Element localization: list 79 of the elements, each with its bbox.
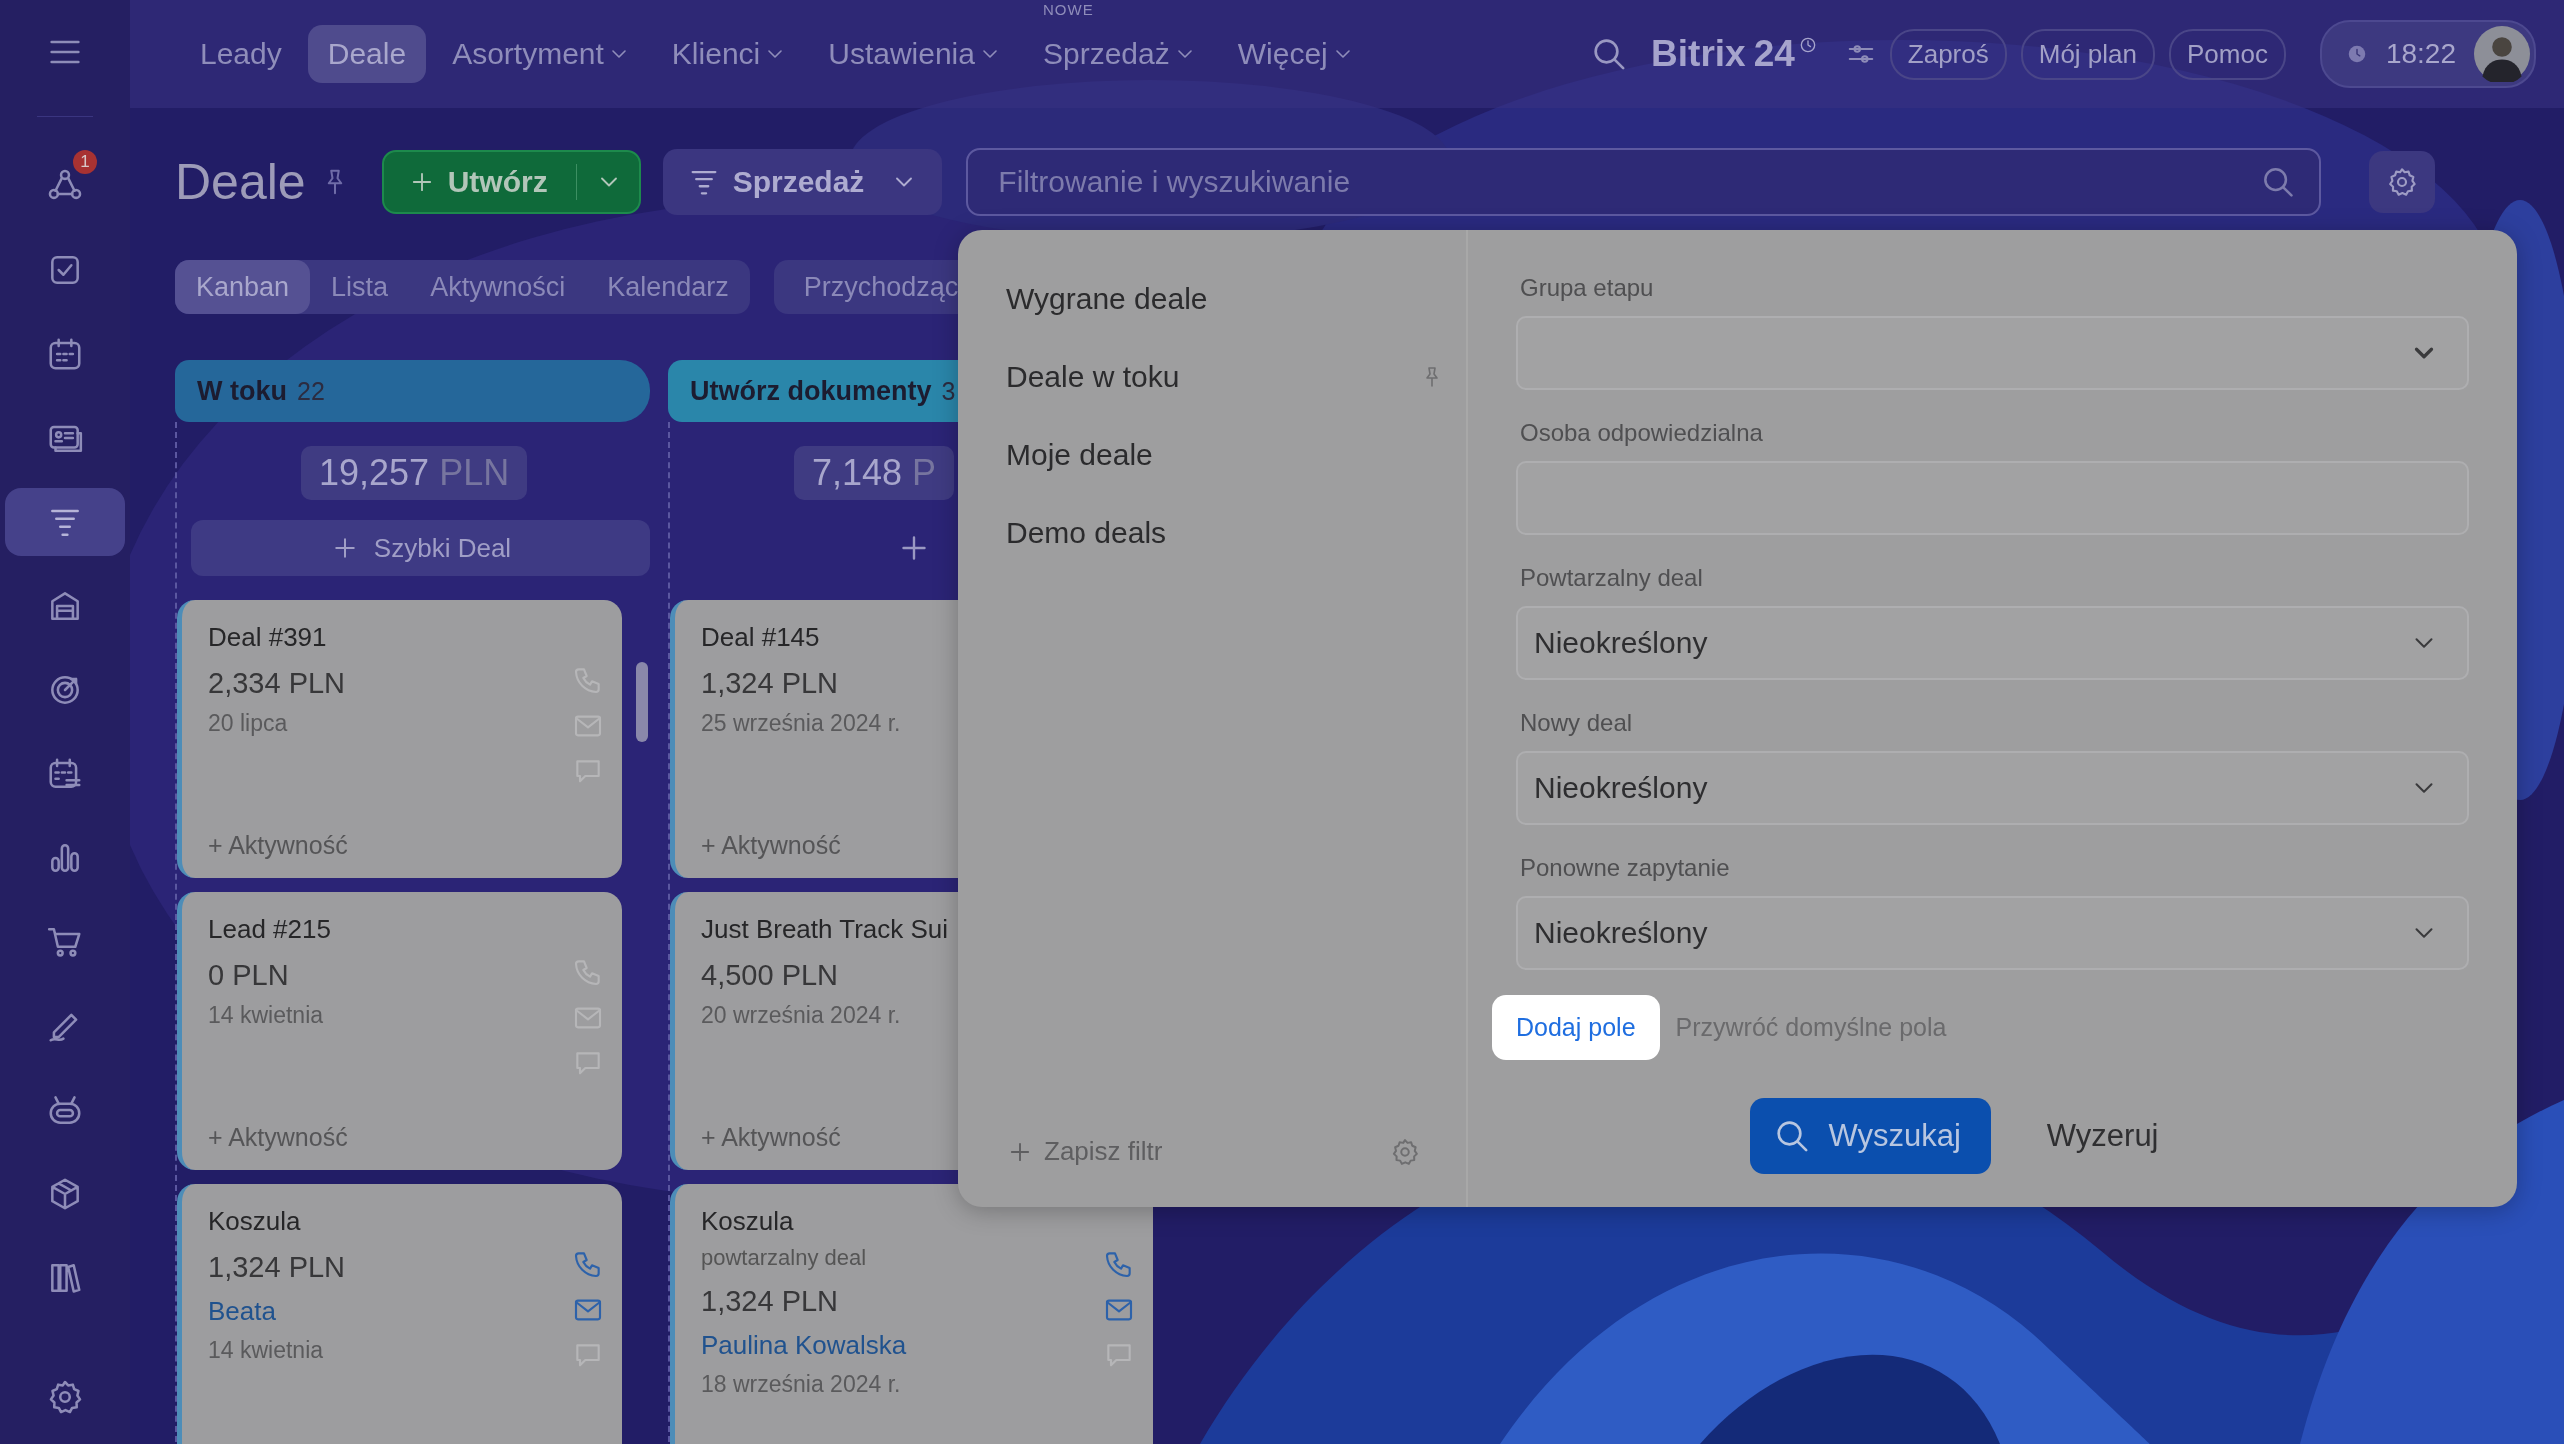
search-button[interactable]: Wyszukaj (1750, 1098, 1991, 1174)
client-link[interactable]: Beata (208, 1296, 572, 1327)
card-date: 20 lipca (208, 710, 289, 737)
field-label: Powtarzalny deal (1520, 564, 1704, 592)
card-amount: 2,334 PLN (208, 667, 347, 700)
nav-item[interactable]: Ustawienia (808, 25, 1017, 83)
preset-filter[interactable]: Wygrane deale (1006, 282, 1208, 316)
new-tag: NOWE (1042, 1, 1094, 18)
nav-item[interactable]: Klienci (651, 25, 803, 83)
deal-card[interactable]: Koszula 1,324 PLN Beata 14 kwietnia (177, 1184, 622, 1444)
field-label: Ponowne zapytanie (1520, 854, 1731, 882)
view-tab[interactable]: Aktywności (409, 260, 587, 314)
deal-card[interactable]: Lead #215 0 PLN 14 kwietnia + Aktywność (177, 892, 622, 1170)
column-count: 22 (297, 376, 325, 406)
column-count: 3 (941, 376, 956, 406)
preset-filter[interactable]: Moje deale (1006, 438, 1153, 472)
time-text: 18:22 (2385, 38, 2456, 70)
card-amount: 1,324 PLN (208, 1251, 347, 1284)
page-title: Deale (175, 153, 306, 211)
select-field[interactable]: Nieokreślony (1516, 896, 2469, 970)
add-activity-link[interactable]: + Aktywność (208, 831, 572, 860)
sidebar-item[interactable] (5, 488, 125, 556)
card-subtitle: powtarzalny deal (701, 1245, 868, 1271)
card-date: 18 września 2024 r. (701, 1371, 902, 1398)
card-title: Koszula (208, 1206, 302, 1237)
settings-button[interactable] (2369, 151, 2436, 213)
card-amount: 1,324 PLN (701, 667, 840, 700)
header-button[interactable]: Mój plan (2020, 28, 2155, 80)
header-button[interactable]: Zaproś (1889, 28, 2007, 80)
card-title: Deal #391 (208, 622, 328, 653)
logo-text: Bitrix (1651, 33, 1746, 75)
logo-number: 24 (1753, 33, 1795, 75)
card-title: Lead #215 (208, 914, 332, 945)
add-activity-link[interactable]: + Aktywność (208, 1123, 572, 1152)
nav-item[interactable]: Więcej (1217, 25, 1370, 83)
header-button[interactable]: Pomoc (2169, 28, 2286, 80)
field-label: Grupa etapu (1520, 274, 1655, 302)
nav-item[interactable]: Sprzedaż (1022, 25, 1212, 83)
select-field[interactable]: Nieokreślony (1516, 606, 2469, 680)
card-date: 14 kwietnia (208, 1337, 325, 1364)
view-tab[interactable]: Kalendarz (586, 260, 750, 314)
pipeline-button[interactable]: Sprzedaż (662, 149, 943, 215)
add-field-button[interactable]: Dodaj pole (1492, 995, 1660, 1060)
preset-filter[interactable]: Demo deals (1006, 516, 1167, 550)
card-amount: 1,324 PLN (701, 1285, 840, 1318)
nav-item[interactable]: Leady (180, 25, 302, 83)
nav-item[interactable]: Asortyment (432, 25, 646, 83)
column-total: 7,148 P (794, 446, 955, 500)
field-label: Osoba odpowiedzialna (1520, 419, 1764, 447)
column-total: 19,257 PLN (301, 446, 528, 500)
create-button[interactable]: Utwórz (381, 150, 641, 214)
card-title: Deal #145 (701, 622, 821, 653)
scrollbar[interactable] (636, 662, 648, 742)
search-field[interactable]: Filtrowanie i wyszukiwanie (966, 148, 2322, 216)
card-date: 25 września 2024 r. (701, 710, 902, 737)
select-field[interactable]: Nieokreślony (1516, 751, 2469, 825)
card-date: 20 września 2024 r. (701, 1002, 902, 1029)
client-link[interactable]: Paulina Kowalska (701, 1330, 1103, 1361)
settings-icon (2386, 166, 2419, 198)
avatar[interactable] (2474, 26, 2530, 82)
deal-card[interactable]: Koszula powtarzalny deal 1,324 PLN Paulina Kowalska 18 września 2024 r. (670, 1184, 1153, 1444)
reset-button[interactable]: Wyzeruj (2040, 1117, 2165, 1155)
quick-deal-button[interactable]: Szybki Deal (191, 520, 650, 576)
card-amount: 0 PLN (208, 959, 290, 992)
view-tab[interactable]: Kanban (175, 260, 311, 314)
nav-item[interactable]: Deale (307, 25, 427, 83)
card-title: Koszula (701, 1206, 795, 1237)
card-amount: 4,500 PLN (701, 959, 840, 992)
column-title: Utwórz dokumenty (690, 375, 932, 407)
column-title: W toku (197, 375, 287, 407)
preset-filter[interactable]: Deale w toku (1006, 360, 1180, 394)
card-title: Just Breath Track Sui (701, 914, 950, 945)
view-tab[interactable]: Lista (310, 260, 410, 314)
select-field[interactable] (1516, 316, 2469, 390)
field-label: Nowy deal (1520, 709, 1634, 737)
notification-badge: 1 (73, 150, 97, 174)
card-date: 14 kwietnia (208, 1002, 325, 1029)
time-widget[interactable]: 18:22 (2319, 20, 2536, 88)
deal-card[interactable]: Deal #391 2,334 PLN 20 lipca + Aktywność (177, 600, 622, 878)
